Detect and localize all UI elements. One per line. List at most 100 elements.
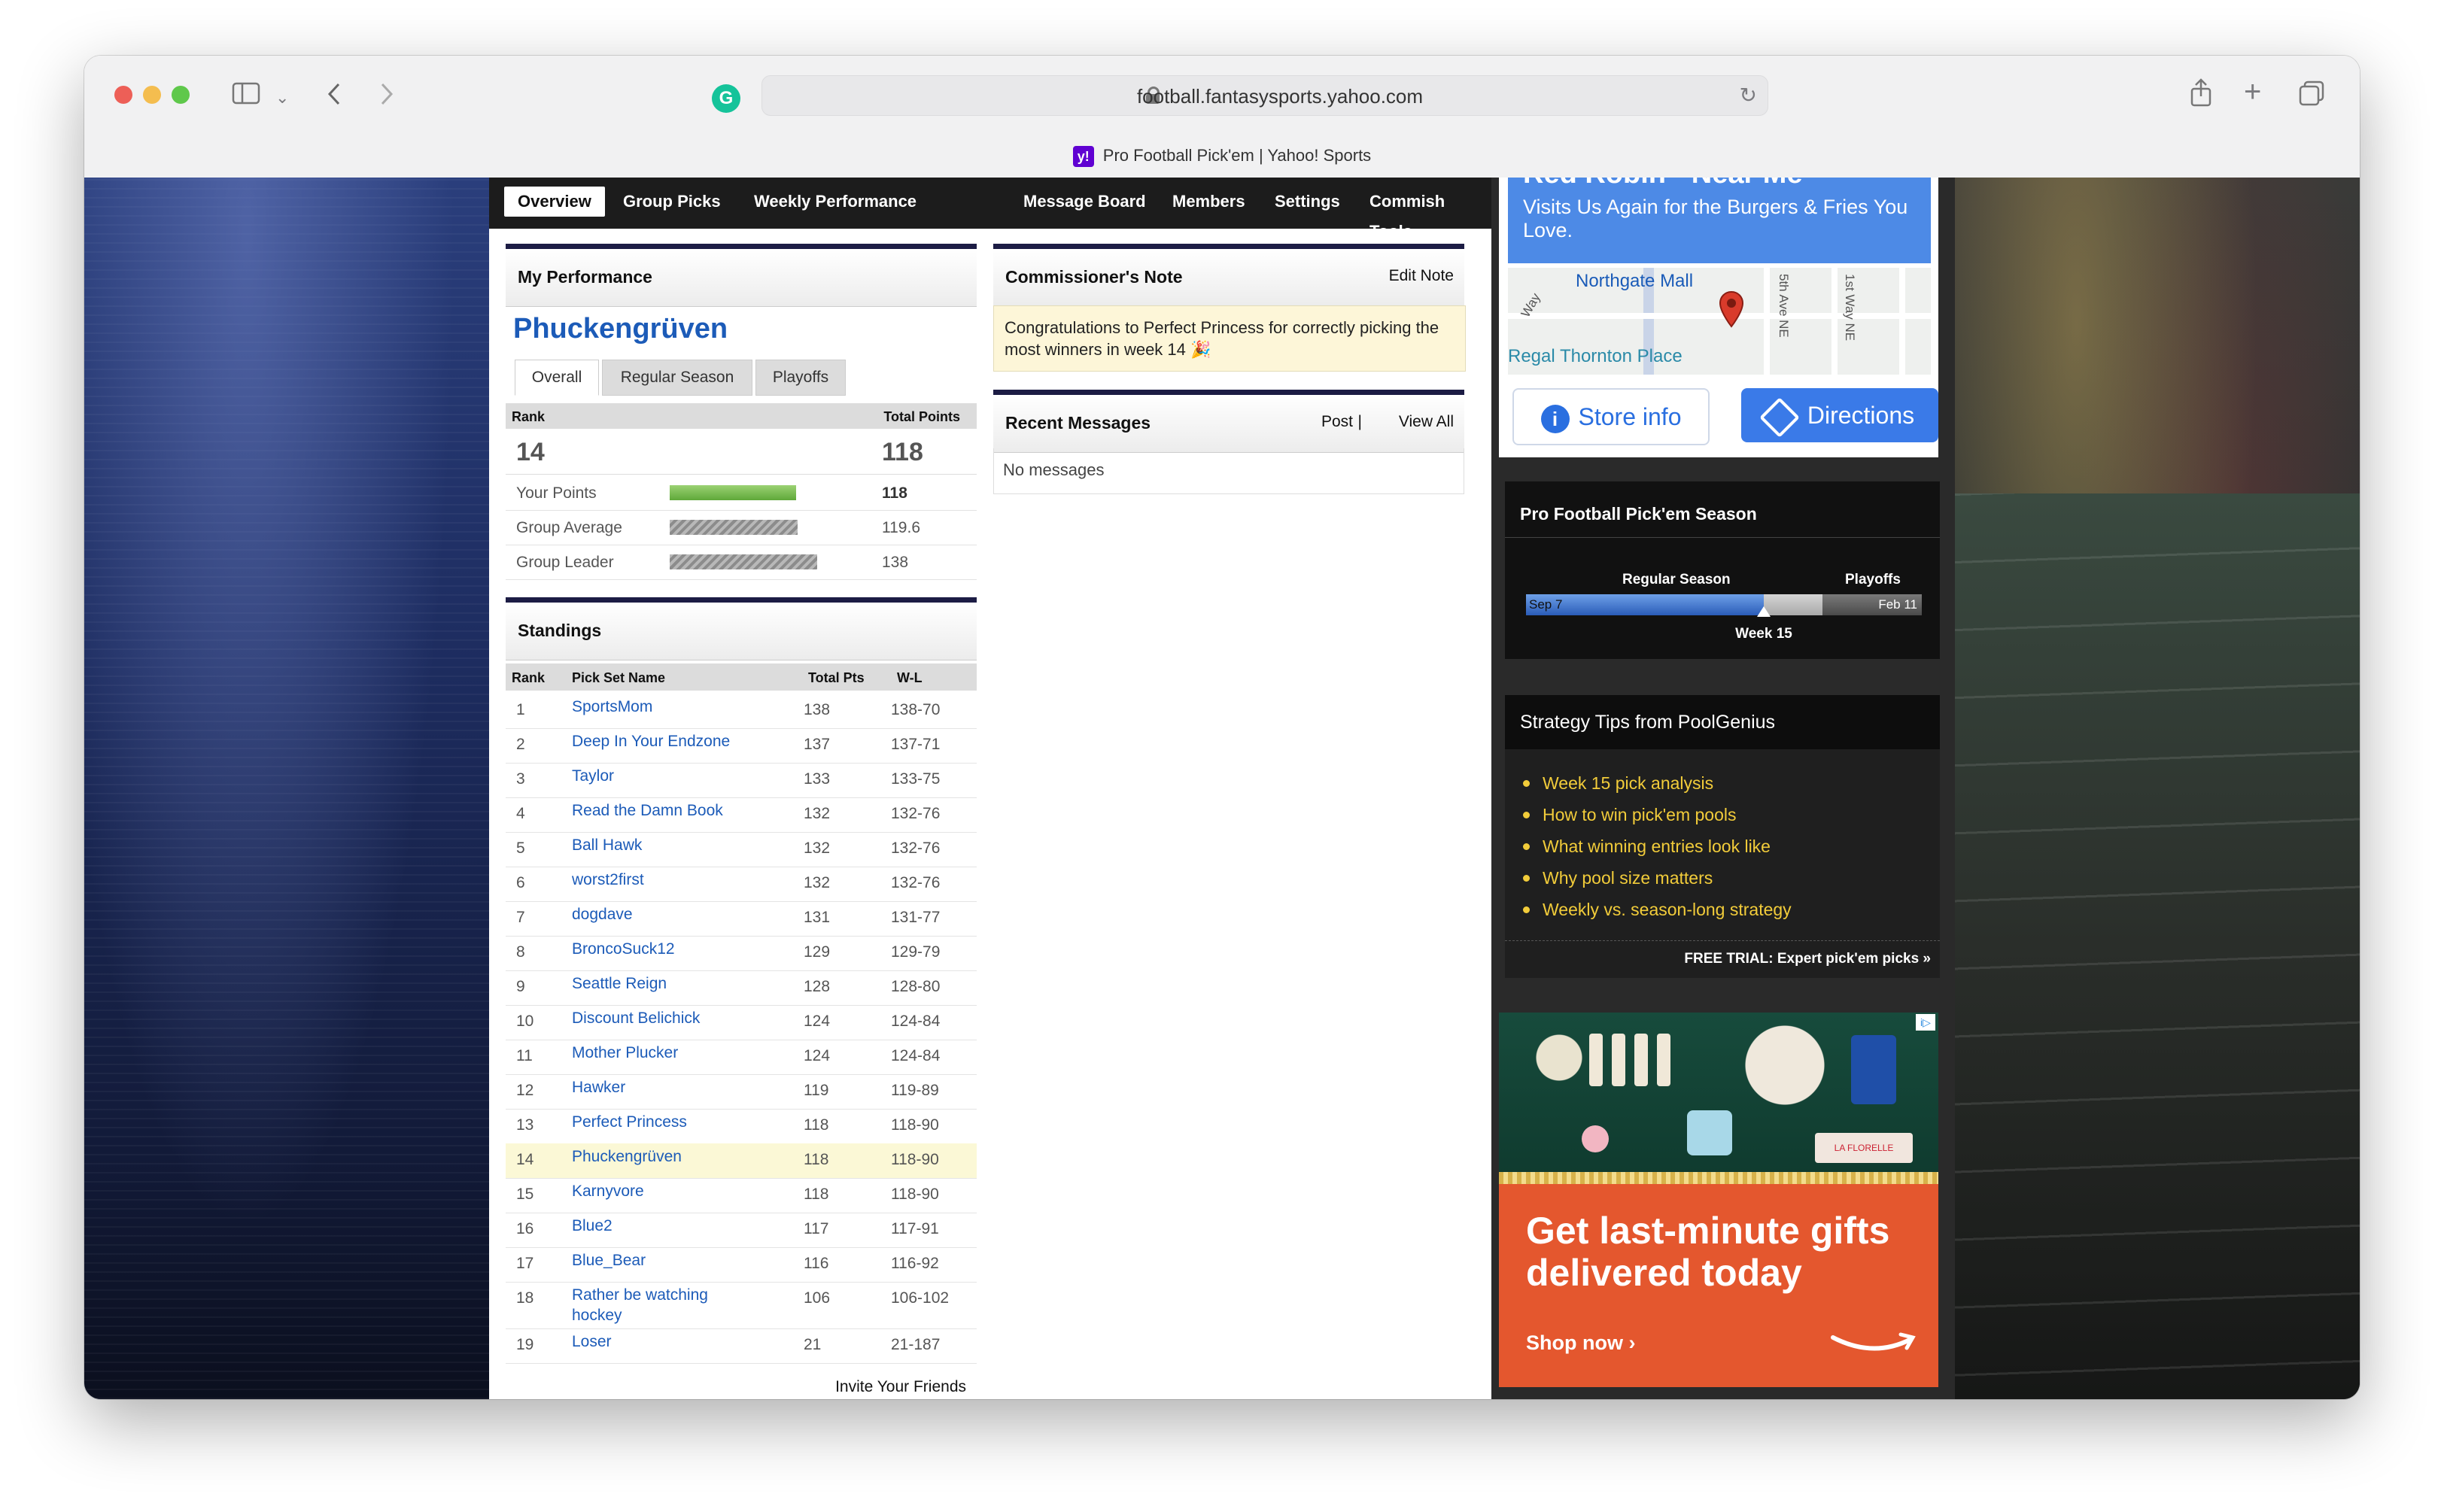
pick-set-name-link[interactable]: Karnyvore (572, 1181, 737, 1201)
tip-link[interactable]: Week 15 pick analysis (1523, 773, 1713, 794)
pick-set-name-link[interactable]: Ball Hawk (572, 835, 737, 855)
pick-set-name-link[interactable]: Discount Belichick (572, 1008, 737, 1028)
pick-set-name-link[interactable]: Phuckengrüven (572, 1146, 737, 1167)
pick-set-name-link[interactable]: Rather be watching hockey (572, 1285, 737, 1325)
minimize-window-button[interactable] (143, 86, 161, 104)
pick-set-name-link[interactable]: worst2first (572, 870, 737, 890)
row-total-pts: 129 (804, 943, 831, 961)
tip-link[interactable]: How to win pick'em pools (1523, 805, 1737, 825)
pick-set-name-link[interactable]: Read the Damn Book (572, 800, 737, 821)
tab-message-board[interactable]: Message Board (1023, 187, 1146, 217)
back-icon[interactable] (325, 81, 343, 111)
post-message-link[interactable]: Post (1321, 413, 1353, 431)
regular-season-label: Regular Season (1622, 572, 1731, 587)
pick-set-name-link[interactable]: Seattle Reign (572, 973, 737, 994)
pick-set-name-link[interactable]: Blue_Bear (572, 1250, 737, 1271)
col-total-pts: Total Pts (808, 670, 865, 685)
pick-set-name-link[interactable]: Taylor (572, 766, 737, 786)
pick-set-name-link[interactable]: BroncoSuck12 (572, 939, 737, 959)
ad-map[interactable]: Northgate Mall Regal Thornton Place 5th … (1508, 268, 1931, 375)
address-bar[interactable]: football.fantasysports.yahoo.com ↻ (761, 75, 1768, 116)
amazon-ad-banner[interactable]: Get last-minute gifts delivered today Sh… (1499, 1184, 1938, 1387)
subtab-regular-season[interactable]: Regular Season (602, 360, 752, 396)
new-tab-icon[interactable]: + (2244, 77, 2261, 107)
edit-note-link[interactable]: Edit Note (1389, 267, 1454, 285)
row-total-pts: 131 (804, 909, 831, 926)
row-total-pts: 124 (804, 1047, 831, 1064)
reload-icon[interactable]: ↻ (1740, 82, 1757, 109)
row-wl: 118-90 (891, 1116, 939, 1134)
tab-group-picks[interactable]: Group Picks (623, 187, 721, 217)
tab-weekly-performance[interactable]: Weekly Performance (754, 187, 917, 217)
tab-commish-tools[interactable]: Commish Tools (1369, 187, 1491, 241)
map-label-5th-ave: 5th Ave NE (1777, 274, 1791, 338)
directions-button[interactable]: Directions (1741, 388, 1938, 442)
current-week-label: Week 15 (1735, 626, 1792, 642)
invite-friends-link[interactable]: Invite Your Friends (506, 1378, 966, 1396)
row-wl: 124-84 (891, 1013, 941, 1030)
table-row: 16 Blue2 117 117-91 (506, 1213, 977, 1248)
row-wl: 132-76 (891, 805, 941, 822)
team-name[interactable]: Phuckengrüven (513, 313, 728, 345)
pick-set-name-link[interactable]: Perfect Princess (572, 1112, 737, 1132)
commissioner-note-title: Commissioner's Note (1005, 267, 1183, 287)
share-icon[interactable] (2188, 78, 2214, 113)
pick-set-name-link[interactable]: Mother Plucker (572, 1043, 737, 1063)
tip-link[interactable]: Why pool size matters (1523, 868, 1713, 888)
red-robin-ad-banner[interactable]: Red Robin - Near Me Visits Us Again for … (1508, 178, 1931, 263)
zoom-window-button[interactable] (172, 86, 190, 104)
tab-overview-icon[interactable] (2298, 80, 2325, 111)
stat-row-group-average: Group Average 119.6 (506, 510, 977, 545)
amazon-ad[interactable]: LA FLORELLE i▷ Get last-minute gifts del… (1499, 1013, 1938, 1387)
no-messages-text: No messages (1003, 460, 1105, 479)
row-wl: 138-70 (891, 701, 941, 718)
pick-set-name-link[interactable]: Loser (572, 1331, 737, 1352)
pick-set-name-link[interactable]: Hawker (572, 1077, 737, 1098)
tip-link[interactable]: Weekly vs. season-long strategy (1523, 900, 1792, 920)
row-wl: 129-79 (891, 943, 941, 961)
pick-set-name-link[interactable]: dogdave (572, 904, 737, 925)
close-window-button[interactable] (114, 86, 132, 104)
row-rank: 16 (516, 1220, 534, 1237)
stat-value: 138 (882, 554, 909, 571)
subtab-playoffs[interactable]: Playoffs (755, 360, 846, 396)
amazon-ad-image: LA FLORELLE (1499, 1013, 1938, 1184)
adchoices-icon[interactable]: i▷ (1916, 1014, 1935, 1031)
tab-members[interactable]: Members (1172, 187, 1245, 217)
store-info-button[interactable]: i Store info (1512, 388, 1710, 445)
directions-label: Directions (1807, 402, 1915, 429)
row-total-pts: 128 (804, 978, 831, 995)
page-viewport: Overview Group Picks Weekly Performance … (84, 178, 2360, 1399)
row-wl: 106-102 (891, 1289, 950, 1307)
table-row: 11 Mother Plucker 124 124-84 (506, 1040, 977, 1075)
free-trial-link[interactable]: FREE TRIAL: Expert pick'em picks » (1684, 951, 1931, 967)
tip-link[interactable]: What winning entries look like (1523, 836, 1771, 857)
pick-set-name-link[interactable]: SportsMom (572, 697, 737, 717)
pick-set-name-link[interactable]: Deep In Your Endzone (572, 731, 737, 751)
grammarly-extension-icon[interactable]: G (712, 84, 740, 113)
pick-set-name-link[interactable]: Blue2 (572, 1216, 737, 1236)
table-row: 19 Loser 21 21-187 (506, 1328, 977, 1364)
yahoo-favicon-icon: y! (1072, 146, 1094, 168)
table-row: 8 BroncoSuck12 129 129-79 (506, 936, 977, 971)
red-robin-ad[interactable]: Red Robin - Near Me Visits Us Again for … (1499, 178, 1938, 457)
strategy-tips-title: Strategy Tips from PoolGenius (1520, 712, 1776, 733)
tip-text: How to win pick'em pools (1543, 805, 1737, 824)
commissioner-note-text: Congratulations to Perfect Princess for … (1005, 318, 1439, 359)
row-wl: 124-84 (891, 1047, 941, 1064)
subtab-overall[interactable]: Overall (515, 360, 599, 396)
tab-settings[interactable]: Settings (1275, 187, 1340, 217)
recent-messages-header: Recent Messages Post | View All (993, 390, 1464, 453)
tab-overview[interactable]: Overview (504, 187, 605, 217)
forward-icon[interactable] (378, 81, 396, 111)
sidebar-toggle-icon[interactable] (232, 81, 262, 110)
view-all-messages-link[interactable]: View All (1399, 413, 1454, 431)
amazon-ad-product-label: LA FLORELLE (1815, 1133, 1913, 1163)
shop-now-link[interactable]: Shop now › (1526, 1331, 1635, 1355)
amazon-ad-headline-line1: Get last-minute gifts (1526, 1210, 1890, 1252)
season-title: Pro Football Pick'em Season (1520, 504, 1757, 524)
chevron-down-icon[interactable]: ⌄ (275, 84, 289, 111)
table-row: 7 dogdave 131 131-77 (506, 901, 977, 937)
active-tab-title[interactable]: y! Pro Football Pick'em | Yahoo! Sports (84, 146, 2360, 168)
row-rank: 11 (516, 1047, 533, 1064)
